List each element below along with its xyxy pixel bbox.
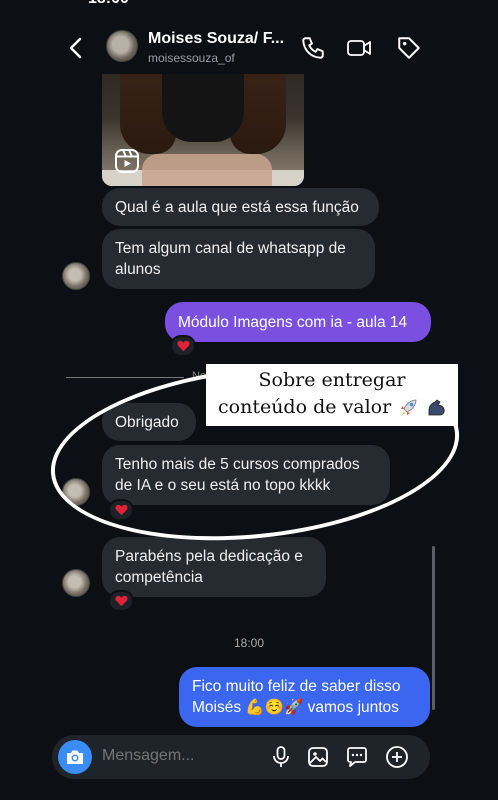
timestamp: 18:00 <box>233 636 265 650</box>
annotation-card: Sobre entregar conteúdo de valor <box>206 364 458 426</box>
heart-icon <box>114 595 128 607</box>
contact-name[interactable]: Moises Souza/ F... <box>148 30 284 48</box>
tag-icon[interactable] <box>396 35 422 61</box>
phone-icon[interactable] <box>300 35 326 61</box>
message-input[interactable] <box>102 747 252 765</box>
back-icon[interactable] <box>66 36 86 60</box>
heart-reaction[interactable] <box>108 590 134 612</box>
contact-handle[interactable]: moisessouza_of <box>148 51 235 65</box>
chat-header: Moises Souza/ F... moisessouza_of <box>0 22 498 74</box>
status-bar: 18:00 <box>0 0 498 10</box>
status-time: 18:00 <box>88 0 129 8</box>
message-text: Parabéns pela dedicação e competência <box>115 548 303 586</box>
message-bubble[interactable]: Parabéns pela dedicação e competência <box>102 537 326 597</box>
shared-reel-thumbnail[interactable] <box>102 62 304 186</box>
scrollbar[interactable] <box>432 546 435 710</box>
message-text: Tem algum canal de whatsapp de alunos <box>115 240 346 278</box>
gallery-icon[interactable] <box>306 745 330 769</box>
reel-image-part <box>142 154 272 186</box>
avatar[interactable] <box>62 262 90 290</box>
camera-icon <box>67 750 83 764</box>
video-call-icon[interactable] <box>346 35 372 61</box>
rocket-icon <box>401 399 417 416</box>
annotation-line-2-text: conteúdo de valor <box>218 396 392 418</box>
message-bubble[interactable]: Qual é a aula que está essa função <box>102 188 379 226</box>
message-bubble[interactable]: Tem algum canal de whatsapp de alunos <box>102 229 375 289</box>
heart-reaction[interactable] <box>170 335 196 357</box>
message-text: Qual é a aula que está essa função <box>115 199 359 216</box>
sticker-icon[interactable] <box>345 745 369 769</box>
message-composer <box>52 735 430 779</box>
reel-image-part <box>162 62 244 142</box>
heart-icon <box>176 340 190 352</box>
microphone-icon[interactable] <box>269 745 293 769</box>
message-text: Módulo Imagens com ia - aula 14 <box>178 314 408 331</box>
divider <box>66 377 184 378</box>
flexed-arm-icon <box>428 399 445 416</box>
camera-button[interactable] <box>58 740 92 774</box>
annotation-line-1: Sobre entregar <box>258 369 406 391</box>
message-text: Fico muito feliz de saber disso Moisés 💪… <box>192 678 401 716</box>
annotation-line-2: conteúdo de valor <box>214 394 450 421</box>
avatar[interactable] <box>62 569 90 597</box>
plus-icon[interactable] <box>385 745 409 769</box>
avatar[interactable] <box>106 30 138 62</box>
reel-icon <box>115 149 139 173</box>
message-bubble[interactable]: Fico muito feliz de saber disso Moisés 💪… <box>179 667 430 727</box>
message-bubble[interactable]: Módulo Imagens com ia - aula 14 <box>165 302 431 342</box>
